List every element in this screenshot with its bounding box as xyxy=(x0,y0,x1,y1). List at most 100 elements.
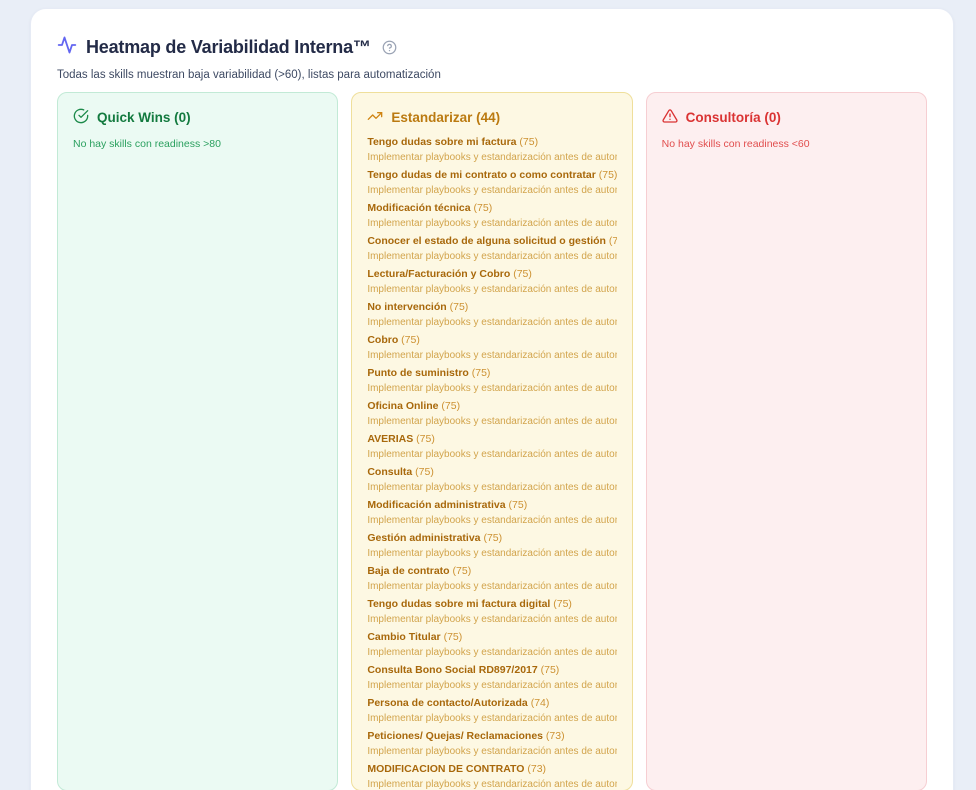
skill-recommendation: Implementar playbooks y estandarización … xyxy=(367,612,616,628)
skill-score: (75) xyxy=(439,400,461,412)
skill-name: Lectura/Facturación y Cobro xyxy=(367,268,510,280)
consultoria-panel: Consultoría (0) No hay skills con readin… xyxy=(646,92,927,790)
skill-item[interactable]: Consulta (75) Implementar playbooks y es… xyxy=(367,464,616,496)
skill-name: Tengo dudas de mi contrato o como contra… xyxy=(367,169,596,181)
skill-name: Tengo dudas sobre mi factura digital xyxy=(367,598,550,610)
quick-wins-panel: Quick Wins (0) No hay skills con readine… xyxy=(57,92,338,790)
help-circle-icon[interactable] xyxy=(382,40,397,55)
skill-name: Cambio Titular xyxy=(367,631,440,643)
skill-score: (75) xyxy=(517,136,539,148)
activity-pulse-icon xyxy=(57,35,77,60)
skill-name: MODIFICACION DE CONTRATO xyxy=(367,763,524,775)
skill-recommendation: Implementar playbooks y estandarización … xyxy=(367,381,616,397)
skill-score: (75) xyxy=(450,565,472,577)
skill-item[interactable]: Modificación administrativa (75) Impleme… xyxy=(367,497,616,529)
skill-score: (75) xyxy=(413,433,435,445)
skill-recommendation: Implementar playbooks y estandarización … xyxy=(367,678,616,694)
skill-item[interactable]: Tengo dudas sobre mi factura (75) Implem… xyxy=(367,134,616,166)
skill-score: (75) xyxy=(447,301,469,313)
skill-item[interactable]: Oficina Online (75) Implementar playbook… xyxy=(367,398,616,430)
skill-item[interactable]: Consulta Bono Social RD897/2017 (75) Imp… xyxy=(367,662,616,694)
skill-score: (75) xyxy=(398,334,420,346)
skill-item[interactable]: Tengo dudas sobre mi factura digital (75… xyxy=(367,596,616,628)
skill-score: (75) xyxy=(538,664,560,676)
skill-recommendation: Implementar playbooks y estandarización … xyxy=(367,414,616,430)
skill-score: (75) xyxy=(412,466,434,478)
skill-recommendation: Implementar playbooks y estandarización … xyxy=(367,216,616,232)
skill-item[interactable]: AVERIAS (75) Implementar playbooks y est… xyxy=(367,431,616,463)
skill-score: (75) xyxy=(550,598,572,610)
skill-name: Oficina Online xyxy=(367,400,438,412)
skill-name: Punto de suministro xyxy=(367,367,469,379)
header-row: Heatmap de Variabilidad Interna™ xyxy=(57,35,927,60)
skill-recommendation: Implementar playbooks y estandarización … xyxy=(367,546,616,562)
trending-up-icon xyxy=(367,108,383,127)
estandarizar-header: Estandarizar (44) xyxy=(367,108,616,127)
quick-wins-title: Quick Wins (0) xyxy=(97,110,191,125)
skill-name: Cobro xyxy=(367,334,398,346)
skill-score: (75) xyxy=(481,532,503,544)
skill-recommendation: Implementar playbooks y estandarización … xyxy=(367,150,616,166)
skill-item[interactable]: MODIFICACION DE CONTRATO (73) Implementa… xyxy=(367,761,616,790)
skill-score: (75) xyxy=(596,169,617,181)
check-circle-icon xyxy=(73,108,89,127)
skill-recommendation: Implementar playbooks y estandarización … xyxy=(367,480,616,496)
columns-grid: Quick Wins (0) No hay skills con readine… xyxy=(57,92,927,790)
skill-score: (75) xyxy=(506,499,528,511)
skill-score: (75) xyxy=(471,202,493,214)
skill-item[interactable]: Baja de contrato (75) Implementar playbo… xyxy=(367,563,616,595)
skill-item[interactable]: Conocer el estado de alguna solicitud o … xyxy=(367,233,616,265)
skill-recommendation: Implementar playbooks y estandarización … xyxy=(367,348,616,364)
skill-score: (75) xyxy=(510,268,532,280)
skill-score: (75) xyxy=(441,631,463,643)
estandarizar-title: Estandarizar (44) xyxy=(391,110,500,125)
skill-recommendation: Implementar playbooks y estandarización … xyxy=(367,249,616,265)
skill-name: Tengo dudas sobre mi factura xyxy=(367,136,516,148)
skill-item[interactable]: Peticiones/ Quejas/ Reclamaciones (73) I… xyxy=(367,728,616,760)
skill-name: Peticiones/ Quejas/ Reclamaciones xyxy=(367,730,543,742)
skill-name: Conocer el estado de alguna solicitud o … xyxy=(367,235,606,247)
skill-score: (74) xyxy=(528,697,550,709)
estandarizar-panel: Estandarizar (44) Tengo dudas sobre mi f… xyxy=(351,92,632,790)
skill-name: Persona de contacto/Autorizada xyxy=(367,697,527,709)
skill-item[interactable]: Gestión administrativa (75) Implementar … xyxy=(367,530,616,562)
skill-item[interactable]: No intervención (75) Implementar playboo… xyxy=(367,299,616,331)
skill-item[interactable]: Lectura/Facturación y Cobro (75) Impleme… xyxy=(367,266,616,298)
page-subtitle: Todas las skills muestran baja variabili… xyxy=(57,69,927,81)
consultoria-empty-message: No hay skills con readiness <60 xyxy=(662,138,911,150)
skill-recommendation: Implementar playbooks y estandarización … xyxy=(367,447,616,463)
skill-name: Consulta Bono Social RD897/2017 xyxy=(367,664,537,676)
skill-recommendation: Implementar playbooks y estandarización … xyxy=(367,513,616,529)
skill-item[interactable]: Cobro (75) Implementar playbooks y estan… xyxy=(367,332,616,364)
skill-name: Consulta xyxy=(367,466,412,478)
skill-score: (73) xyxy=(543,730,565,742)
skill-recommendation: Implementar playbooks y estandarización … xyxy=(367,282,616,298)
skill-name: Modificación técnica xyxy=(367,202,470,214)
consultoria-header: Consultoría (0) xyxy=(662,108,911,127)
skill-recommendation: Implementar playbooks y estandarización … xyxy=(367,744,616,760)
skill-name: Baja de contrato xyxy=(367,565,449,577)
skill-item[interactable]: Modificación técnica (75) Implementar pl… xyxy=(367,200,616,232)
skill-recommendation: Implementar playbooks y estandarización … xyxy=(367,777,616,790)
alert-triangle-icon xyxy=(662,108,678,127)
quick-wins-header: Quick Wins (0) xyxy=(73,108,322,127)
skill-score: (75) xyxy=(606,235,617,247)
skill-item[interactable]: Punto de suministro (75) Implementar pla… xyxy=(367,365,616,397)
skill-score: (73) xyxy=(524,763,546,775)
skill-item[interactable]: Tengo dudas de mi contrato o como contra… xyxy=(367,167,616,199)
skill-recommendation: Implementar playbooks y estandarización … xyxy=(367,183,616,199)
skill-item[interactable]: Cambio Titular (75) Implementar playbook… xyxy=(367,629,616,661)
quick-wins-empty-message: No hay skills con readiness >80 xyxy=(73,138,322,150)
consultoria-title: Consultoría (0) xyxy=(686,110,781,125)
skill-item[interactable]: Persona de contacto/Autorizada (74) Impl… xyxy=(367,695,616,727)
page-title: Heatmap de Variabilidad Interna™ xyxy=(86,37,371,58)
skill-recommendation: Implementar playbooks y estandarización … xyxy=(367,315,616,331)
heatmap-card: Heatmap de Variabilidad Interna™ Todas l… xyxy=(30,8,954,790)
skill-score: (75) xyxy=(469,367,491,379)
skill-name: Modificación administrativa xyxy=(367,499,505,511)
skill-recommendation: Implementar playbooks y estandarización … xyxy=(367,711,616,727)
skill-name: AVERIAS xyxy=(367,433,413,445)
skill-recommendation: Implementar playbooks y estandarización … xyxy=(367,645,616,661)
skill-name: No intervención xyxy=(367,301,446,313)
skill-list: Tengo dudas sobre mi factura (75) Implem… xyxy=(367,134,616,790)
